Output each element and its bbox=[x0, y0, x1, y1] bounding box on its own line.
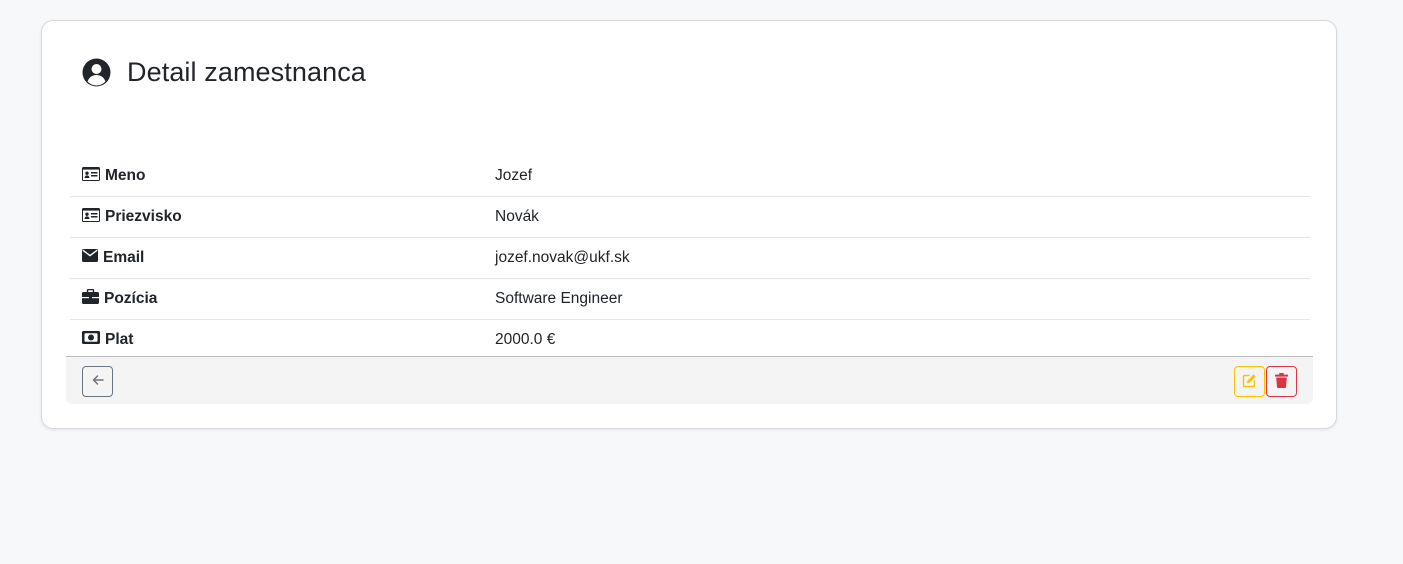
row-label-text: Email bbox=[103, 249, 145, 266]
envelope-icon bbox=[82, 249, 98, 267]
back-button[interactable] bbox=[82, 366, 113, 397]
row-label: Meno bbox=[82, 166, 495, 186]
row-value: 2000.0 € bbox=[495, 331, 556, 348]
employee-detail-table: Meno Jozef Priezvisko Novák Email jozef.… bbox=[70, 156, 1310, 361]
row-label: Pozícia bbox=[82, 288, 495, 309]
table-row-priezvisko: Priezvisko Novák bbox=[70, 197, 1310, 238]
row-label-text: Pozícia bbox=[104, 290, 158, 307]
employee-detail-card: Detail zamestnanca Meno Jozef Priezvisko… bbox=[41, 20, 1337, 429]
row-value: Software Engineer bbox=[495, 290, 623, 307]
card-header: Detail zamestnanca bbox=[82, 57, 366, 88]
edit-button[interactable] bbox=[1234, 366, 1265, 397]
row-label: Email bbox=[82, 249, 495, 267]
row-value: Jozef bbox=[495, 167, 533, 184]
trash-icon bbox=[1275, 372, 1288, 391]
row-label: Plat bbox=[82, 331, 495, 349]
table-row-email: Email jozef.novak@ukf.sk bbox=[70, 238, 1310, 279]
row-label: Priezvisko bbox=[82, 207, 495, 227]
row-label-text: Plat bbox=[105, 331, 134, 348]
row-label-text: Meno bbox=[105, 167, 146, 184]
briefcase-icon bbox=[82, 288, 99, 309]
id-card-icon bbox=[82, 166, 100, 186]
id-card-icon bbox=[82, 207, 100, 227]
table-row-meno: Meno Jozef bbox=[70, 156, 1310, 197]
card-footer bbox=[66, 356, 1313, 404]
table-row-pozicia: Pozícia Software Engineer bbox=[70, 279, 1310, 320]
money-bill-icon bbox=[82, 331, 100, 349]
row-value: Novák bbox=[495, 208, 539, 225]
user-circle-icon bbox=[82, 58, 111, 87]
row-value: jozef.novak@ukf.sk bbox=[495, 249, 630, 266]
arrow-left-icon bbox=[91, 373, 105, 390]
row-label-text: Priezvisko bbox=[105, 208, 182, 225]
page-title: Detail zamestnanca bbox=[127, 57, 366, 87]
table-row-plat: Plat 2000.0 € bbox=[70, 320, 1310, 361]
edit-icon bbox=[1242, 373, 1257, 391]
delete-button[interactable] bbox=[1266, 366, 1297, 397]
